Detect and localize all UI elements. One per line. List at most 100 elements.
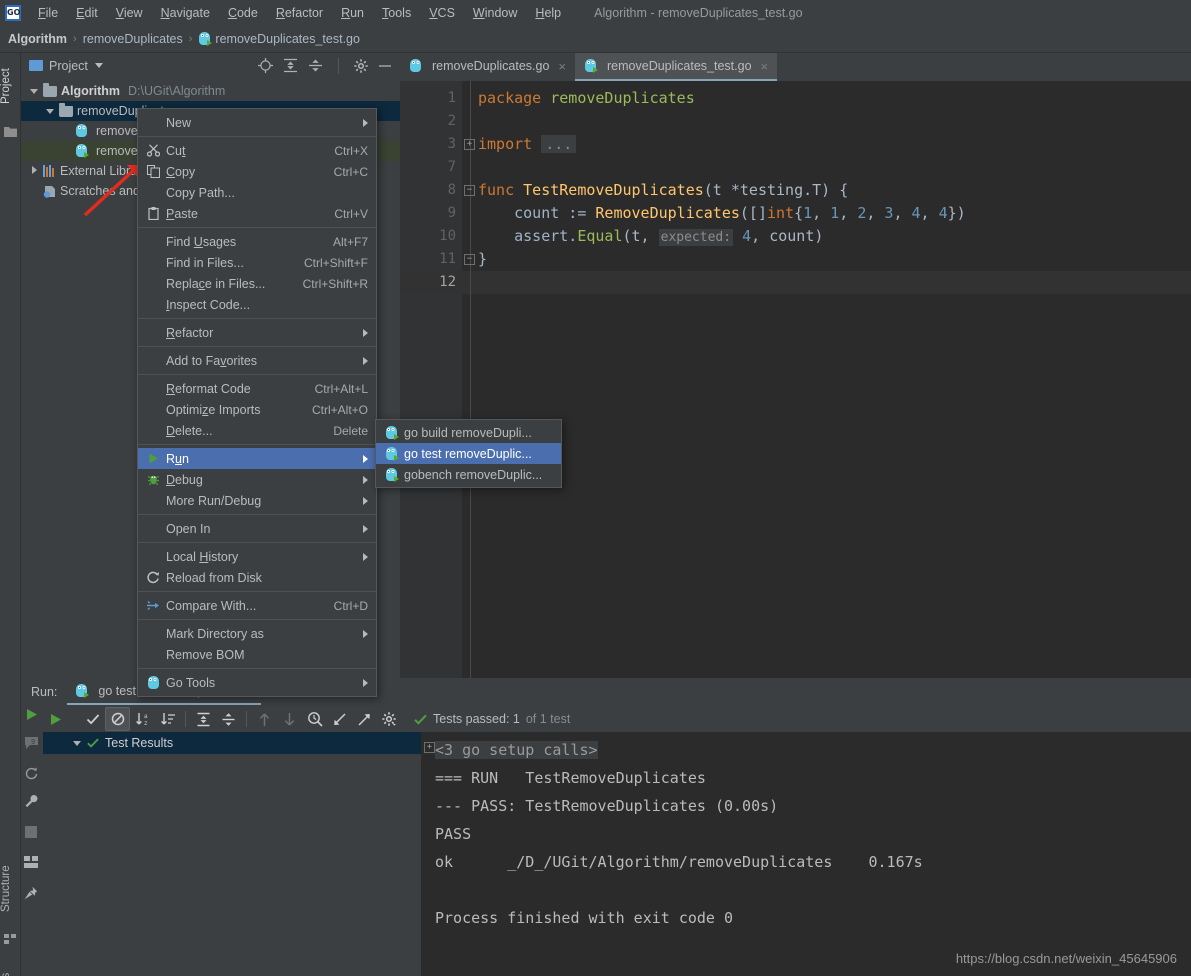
previous-failed-test-icon[interactable] bbox=[252, 707, 277, 731]
code-line[interactable] bbox=[462, 110, 1191, 133]
wrench-icon[interactable] bbox=[24, 794, 39, 811]
menu-item-new[interactable]: New bbox=[138, 112, 376, 133]
console-output-icon[interactable]: 9 bbox=[24, 736, 39, 753]
structure-icon[interactable] bbox=[4, 933, 17, 946]
menu-edit[interactable]: Edit bbox=[67, 3, 107, 23]
menu-item-go-tools[interactable]: Go Tools bbox=[138, 672, 376, 693]
menu-code[interactable]: Code bbox=[219, 3, 267, 23]
import-tests-icon[interactable] bbox=[327, 707, 352, 731]
menu-vcs[interactable]: VCS bbox=[420, 3, 464, 23]
menu-item-open-in[interactable]: Open In bbox=[138, 518, 376, 539]
fold-expand-icon[interactable]: + bbox=[424, 742, 435, 753]
show-passed-check-icon[interactable] bbox=[80, 707, 105, 731]
menu-item-debug[interactable]: Debug bbox=[138, 469, 376, 490]
run-icon[interactable] bbox=[25, 708, 38, 724]
gear-icon[interactable] bbox=[354, 58, 368, 73]
code-line[interactable]: −} bbox=[462, 248, 1191, 271]
code-content[interactable]: package removeDuplicates + import ... − func… bbox=[462, 81, 1191, 678]
code-line[interactable]: assert.Equal(t, expected: 4, count) bbox=[462, 225, 1191, 248]
expand-all-icon[interactable] bbox=[283, 58, 298, 73]
console-output[interactable]: + <3 go setup calls> === RUN TestRemoveDu… bbox=[421, 732, 1191, 976]
menu-item-copy[interactable]: Copy Ctrl+C bbox=[138, 161, 376, 182]
settings-gear-icon[interactable] bbox=[377, 707, 402, 731]
menu-file[interactable]: File bbox=[29, 3, 67, 23]
menu-item-reformat-code[interactable]: Reformat Code Ctrl+Alt+L bbox=[138, 378, 376, 399]
menu-refactor[interactable]: Refactor bbox=[267, 3, 332, 23]
breadcrumb-item-0[interactable]: Algorithm bbox=[8, 32, 67, 46]
breadcrumb-item-2[interactable]: removeDuplicates_test.go bbox=[198, 31, 360, 46]
project-panel-title[interactable]: Project bbox=[49, 59, 88, 73]
close-icon[interactable]: × bbox=[761, 59, 769, 74]
run-submenu[interactable]: go build removeDupli... go test removeDup… bbox=[375, 419, 562, 488]
hide-panel-icon[interactable] bbox=[378, 59, 392, 73]
menu-item-refactor[interactable]: Refactor bbox=[138, 322, 376, 343]
tool-button-project[interactable]: Project bbox=[0, 57, 21, 115]
editor-tab[interactable]: removeDuplicates_test.go × bbox=[575, 53, 778, 81]
tool-button-favorites[interactable]: Favorites bbox=[0, 963, 21, 976]
rerun-icon[interactable] bbox=[43, 707, 68, 731]
code-editor[interactable]: 1≫23789101112 package removeDuplicates +i… bbox=[400, 81, 1191, 678]
export-tests-icon[interactable] bbox=[352, 707, 377, 731]
show-ignored-icon[interactable] bbox=[105, 707, 130, 731]
menu-item-replace-in-files[interactable]: Replace in Files... Ctrl+Shift+R bbox=[138, 273, 376, 294]
menu-tools[interactable]: Tools bbox=[373, 3, 420, 23]
test-results-tree[interactable]: Test Results bbox=[43, 732, 421, 976]
code-line[interactable] bbox=[462, 156, 1191, 179]
fold-collapse-icon[interactable]: − bbox=[464, 254, 475, 265]
code-line[interactable]: package removeDuplicates bbox=[462, 87, 1191, 110]
run-submenu-item[interactable]: go test removeDuplic... bbox=[376, 443, 561, 464]
stop-icon[interactable] bbox=[25, 826, 37, 841]
menu-run[interactable]: Run bbox=[332, 3, 373, 23]
menu-item-more-run-debug[interactable]: More Run/Debug bbox=[138, 490, 376, 511]
code-line[interactable]: count := RemoveDuplicates([]int{1, 1, 2,… bbox=[462, 202, 1191, 225]
menu-item-cut[interactable]: Cut Ctrl+X bbox=[138, 140, 376, 161]
code-line[interactable]: + import ... bbox=[462, 133, 1191, 156]
expand-all-icon[interactable] bbox=[191, 707, 216, 731]
close-icon[interactable]: × bbox=[558, 59, 566, 74]
run-submenu-item[interactable]: gobench removeDuplic... bbox=[376, 464, 561, 485]
collapsed-setup-calls[interactable]: <3 go setup calls> bbox=[435, 741, 598, 759]
fold-collapse-icon[interactable]: − bbox=[464, 185, 475, 196]
fold-expand-icon[interactable]: + bbox=[464, 139, 475, 150]
menu-item-add-to-favorites[interactable]: Add to Favorites bbox=[138, 350, 376, 371]
menu-item-find-usages[interactable]: Find Usages Alt+F7 bbox=[138, 231, 376, 252]
menu-item-find-in-files[interactable]: Find in Files... Ctrl+Shift+F bbox=[138, 252, 376, 273]
menu-view[interactable]: View bbox=[107, 3, 152, 23]
tool-button-structure[interactable]: Structure bbox=[0, 853, 21, 925]
menu-item-copy-path[interactable]: Copy Path... bbox=[138, 182, 376, 203]
code-line[interactable] bbox=[462, 271, 1191, 294]
menu-item-reload-from-disk[interactable]: Reload from Disk bbox=[138, 567, 376, 588]
collapse-all-icon[interactable] bbox=[216, 707, 241, 731]
menu-item-compare-with[interactable]: Compare With... Ctrl+D bbox=[138, 595, 376, 616]
menu-item-remove-bom[interactable]: Remove BOM bbox=[138, 644, 376, 665]
menu-navigate[interactable]: Navigate bbox=[152, 3, 219, 23]
chevron-down-icon[interactable] bbox=[73, 740, 81, 746]
code-line[interactable]: − func TestRemoveDuplicates(t *testing.T)… bbox=[462, 179, 1191, 202]
menu-item-local-history[interactable]: Local History bbox=[138, 546, 376, 567]
chevron-down-icon[interactable] bbox=[43, 106, 57, 116]
chevron-down-icon[interactable] bbox=[94, 63, 103, 68]
menu-item-delete[interactable]: Delete... Delete bbox=[138, 420, 376, 441]
menu-item-run[interactable]: Run bbox=[138, 448, 376, 469]
menu-window[interactable]: Window bbox=[464, 3, 526, 23]
context-menu[interactable]: New Cut Ctrl+X Copy Ctrl+C Copy Path... Paste C… bbox=[137, 108, 377, 697]
menu-help[interactable]: Help bbox=[526, 3, 570, 23]
project-folder-icon[interactable] bbox=[4, 125, 17, 138]
run-submenu-item[interactable]: go build removeDupli... bbox=[376, 422, 561, 443]
menu-item-mark-directory-as[interactable]: Mark Directory as bbox=[138, 623, 376, 644]
menu-item-inspect-code[interactable]: Inspect Code... bbox=[138, 294, 376, 315]
menu-item-optimize-imports[interactable]: Optimize Imports Ctrl+Alt+O bbox=[138, 399, 376, 420]
next-failed-test-icon[interactable] bbox=[277, 707, 302, 731]
rerun-failed-tests-icon[interactable] bbox=[24, 766, 39, 783]
pin-icon[interactable] bbox=[24, 886, 38, 903]
breadcrumb-item-1[interactable]: removeDuplicates bbox=[83, 32, 183, 46]
layout-settings-icon[interactable] bbox=[24, 856, 38, 871]
tree-row[interactable]: Algorithm D:\UGit\Algorithm bbox=[21, 81, 400, 101]
chevron-right-icon[interactable] bbox=[27, 166, 41, 176]
editor-tab[interactable]: removeDuplicates.go × bbox=[400, 53, 575, 81]
locate-icon[interactable] bbox=[258, 58, 273, 73]
menu-item-paste[interactable]: Paste Ctrl+V bbox=[138, 203, 376, 224]
editor-gutter[interactable]: 1≫ 2 3 7 8 9 10 11 12 bbox=[400, 81, 484, 678]
collapse-all-icon[interactable] bbox=[308, 58, 323, 73]
sort-alphabetically-icon[interactable]: az bbox=[130, 707, 155, 731]
